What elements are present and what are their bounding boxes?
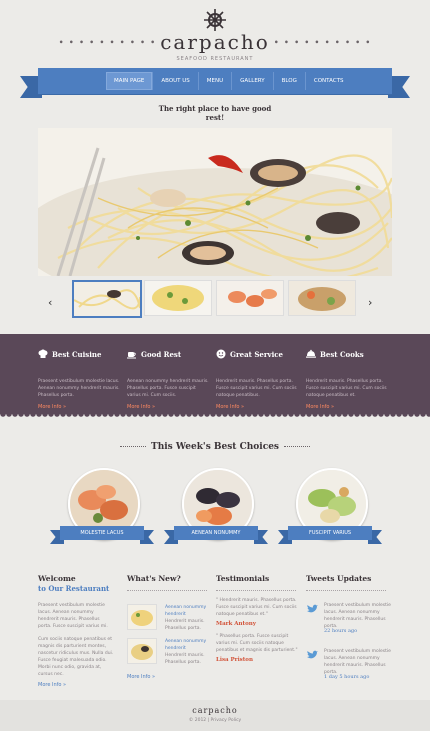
choice-label[interactable]: MOLESTIE LACUS (60, 526, 144, 540)
choice-label[interactable]: FUSCIPIT VARIUS (288, 526, 372, 540)
feature-title: Best Cooks (320, 350, 364, 359)
divider (306, 590, 386, 591)
choice-card-2[interactable]: AENEAN NONUMMY (160, 468, 270, 558)
feature-text: Praesent vestibulum molestie lacus. Aene… (38, 379, 120, 398)
welcome-title: Welcome (38, 574, 76, 583)
site-tagline: SEAFOOD RESTAURANT (176, 56, 254, 62)
site-logo[interactable]: • • • • • • • • • • carpacho • • • • • •… (0, 30, 430, 54)
feature-more-link[interactable]: More Info » (127, 404, 155, 410)
testimonial-author: Mark Antony (216, 621, 256, 627)
hero-slogan: The right place to have good rest! (158, 104, 272, 122)
chef-hat-icon (38, 349, 48, 358)
feature-more-link[interactable]: More Info » (306, 404, 334, 410)
twitter-bird-icon (307, 604, 318, 613)
news-item[interactable]: Aenean nonummy hendrerit Hendrerit mauri… (127, 638, 217, 670)
welcome-paragraph-1: Praesent vestibulum molestie lacus. Aene… (38, 603, 108, 629)
tweet-time[interactable]: 22 hours ago (324, 628, 357, 634)
welcome-paragraph-2: Cum sociis natoque penatibus et magnis d… (38, 637, 114, 677)
slider-thumbnails (38, 276, 392, 320)
welcome-subtitle: to Our Restaurant (38, 584, 110, 593)
tweet-text: Praesent vestibulum molestie lacus. Aene… (324, 649, 391, 675)
testimonial-quote: " Phasellus porta. Fusce suscipit varius… (216, 634, 298, 653)
features-band: Best Cuisine Praesent vestibulum molesti… (0, 334, 430, 414)
cloche-icon (306, 349, 316, 358)
news-thumbnail[interactable] (127, 604, 157, 630)
feature-title: Great Service (230, 350, 283, 359)
feature-text: Aenean nonummy hendrerit mauris. Phasell… (127, 379, 209, 398)
news-headline[interactable]: Aenean nonummy hendrerit (165, 638, 220, 652)
hero-slide-image[interactable] (38, 128, 392, 276)
nav-about-us[interactable]: ABOUT US (152, 72, 197, 90)
feature-more-link[interactable]: More Info » (216, 404, 244, 410)
testimonials-title: Testimonials (216, 574, 270, 583)
tweet-item: Praesent vestibulum molestie lacus. Aene… (306, 648, 396, 688)
testimonial-author: Lisa Priston (216, 657, 253, 663)
tweet-item: Praesent vestibulum molestie lacus. Aene… (306, 602, 396, 642)
site-footer: carpacho © 2012 | Privacy Policy (0, 700, 430, 731)
feature-title: Best Cuisine (52, 350, 102, 359)
twitter-bird-icon (307, 650, 318, 659)
tweet-time[interactable]: 1 day 5 hours ago (324, 674, 369, 680)
footer-copyright[interactable]: © 2012 | Privacy Policy (0, 718, 430, 723)
choice-label[interactable]: AENEAN NONUMMY (174, 526, 258, 540)
news-text: Hendrerit mauris. Phasellus porta. (165, 653, 205, 665)
features-scalloped-edge (0, 414, 430, 418)
divider (216, 590, 296, 591)
slider-prev-arrow[interactable]: ‹ (48, 296, 52, 309)
welcome-column: Welcome to Our Restaurant Praesent vesti… (38, 574, 128, 688)
tweets-title: Tweets Updates (306, 574, 372, 583)
whats-new-title: What's New? (127, 574, 181, 583)
thumbnail-4[interactable] (288, 280, 356, 316)
best-choices-heading: This Week's Best Choices (0, 442, 430, 452)
nav-blog[interactable]: BLOG (272, 72, 305, 90)
feature-title: Good Rest (141, 350, 182, 359)
ship-wheel-icon (204, 9, 226, 31)
site-header: • • • • • • • • • • carpacho • • • • • •… (0, 0, 430, 120)
feature-more-link[interactable]: More Info » (38, 404, 66, 410)
news-text: Hendrerit mauris. Phasellus porta. (165, 619, 205, 631)
whats-new-column: What's New? Aenean nonummy hendrerit Hen… (127, 574, 217, 680)
tweets-column: Tweets Updates Praesent vestibulum moles… (306, 574, 396, 680)
thumbnail-1[interactable] (72, 280, 142, 318)
news-headline[interactable]: Aenean nonummy hendrerit (165, 604, 220, 618)
welcome-more-link[interactable]: More Info » (38, 682, 128, 688)
thumbnail-2[interactable] (144, 280, 212, 316)
nav-gallery[interactable]: GALLERY (231, 72, 272, 90)
news-more-link[interactable]: More Info » (127, 674, 155, 680)
slider-next-arrow[interactable]: › (368, 296, 372, 309)
choice-card-1[interactable]: MOLESTIE LACUS (46, 468, 156, 558)
feature-text: Hendrerit mauris. Phasellus porta. Fusce… (306, 379, 387, 398)
news-thumbnail[interactable] (127, 638, 157, 664)
nav-menu[interactable]: MENU (197, 72, 231, 90)
tweet-text: Praesent vestibulum molestie lacus. Aene… (324, 603, 391, 629)
main-nav: MAIN PAGE ABOUT US MENU GALLERY BLOG CON… (106, 72, 351, 90)
footer-logo[interactable]: carpacho (0, 706, 430, 715)
smiley-icon (216, 349, 226, 359)
divider (127, 590, 207, 591)
testimonials-column: Testimonials " Hendrerit mauris. Phasell… (216, 574, 306, 669)
nav-main-page[interactable]: MAIN PAGE (106, 72, 153, 90)
thumbnail-3[interactable] (216, 280, 284, 316)
nav-contacts[interactable]: CONTACTS (304, 72, 352, 90)
testimonial-quote: " Hendrerit mauris. Phasellus porta. Fus… (216, 598, 297, 617)
coffee-cup-icon (127, 352, 136, 359)
choice-card-3[interactable]: FUSCIPIT VARIUS (274, 468, 384, 558)
feature-text: Hendrerit mauris. Phasellus porta. Fusce… (216, 379, 297, 398)
news-item[interactable]: Aenean nonummy hendrerit Hendrerit mauri… (127, 604, 217, 636)
